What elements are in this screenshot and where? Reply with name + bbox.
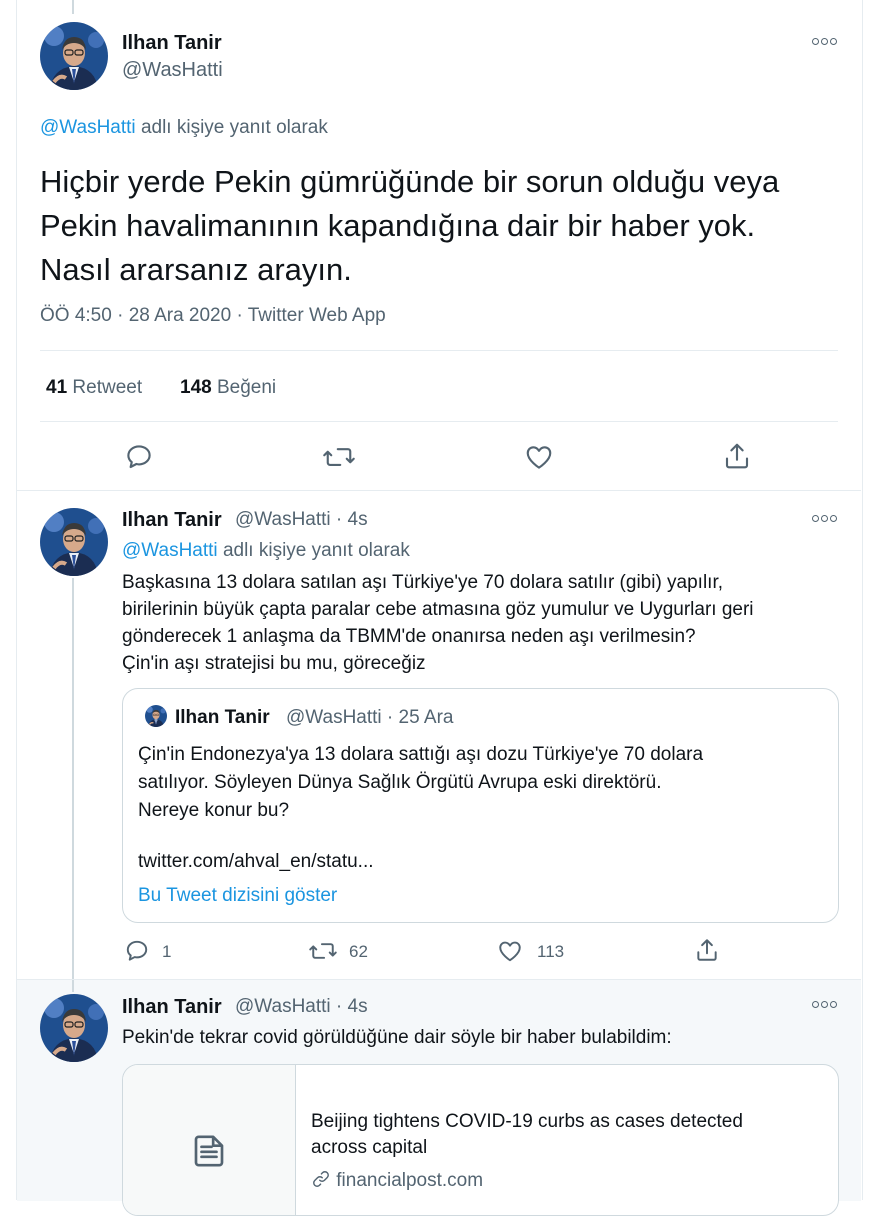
link-card-domain-row: financialpost.com bbox=[311, 1169, 483, 1195]
quoted-text-line: satılıyor. Söyleyen Dünya Sağlık Örgütü … bbox=[138, 772, 662, 793]
link-card-title-line: Beijing tightens COVID-19 curbs as cases… bbox=[311, 1111, 743, 1132]
tweet-text-line: gönderecek 1 anlaşma da TBMM'de onanırsa… bbox=[122, 626, 696, 647]
quoted-author-name: Ilhan Tanir bbox=[175, 707, 270, 728]
quoted-link[interactable]: twitter.com/ahval_en/statu... bbox=[138, 851, 374, 873]
avatar[interactable] bbox=[40, 508, 108, 576]
retweet-count: 62 bbox=[349, 942, 368, 961]
reply-context-text: adlı kişiye yanıt olarak bbox=[222, 540, 410, 561]
author-handle[interactable]: @WasHatti bbox=[122, 59, 223, 82]
tweet-text: Pekin'de tekrar covid görüldüğüne dair s… bbox=[122, 1027, 672, 1048]
tweet-text-line: Hiçbir yerde Pekin gümrüğünde bir sorun … bbox=[40, 164, 780, 199]
tweet-text: Başkasına 13 dolara satılan aşı Türkiye'… bbox=[122, 569, 754, 677]
tweet-text-line: Çin'in aşı stratejisi bu mu, göreceğiz bbox=[122, 653, 426, 674]
reply-to-link[interactable]: @WasHatti bbox=[122, 540, 218, 561]
author-name[interactable]: Ilhan Tanir bbox=[122, 509, 222, 532]
link-card-title: Beijing tightens COVID-19 curbs as cases… bbox=[311, 1109, 743, 1161]
divider bbox=[40, 421, 838, 422]
tweet-text-line: Pekin havalimanının kapandığına dair bir… bbox=[40, 208, 756, 243]
reply-context: @WasHatti adlı kişiye yanıt olarak bbox=[40, 117, 328, 139]
quoted-text: Çin'in Endonezya'ya 13 dolara sattığı aş… bbox=[138, 741, 703, 825]
reply-context-text: adlı kişiye yanıt olarak bbox=[140, 117, 328, 138]
reply-to-link[interactable]: @WasHatti bbox=[40, 117, 136, 138]
avatar[interactable] bbox=[40, 994, 108, 1062]
share-icon[interactable] bbox=[722, 441, 752, 471]
tweet-timestamp[interactable]: ÖÖ 4:50 · 28 Ara 2020 · Twitter Web App bbox=[40, 305, 386, 327]
more-icon[interactable] bbox=[812, 36, 838, 46]
like-icon[interactable] bbox=[497, 938, 523, 964]
like-count: 148 bbox=[180, 377, 212, 398]
more-icon[interactable] bbox=[812, 513, 838, 523]
show-thread-link[interactable]: Bu Tweet dizisini göster bbox=[138, 885, 337, 907]
retweet-icon[interactable] bbox=[308, 938, 338, 964]
reply-context: @WasHatti adlı kişiye yanıt olarak bbox=[122, 540, 410, 562]
avatar bbox=[145, 705, 167, 727]
divider bbox=[40, 350, 838, 351]
author-handle-time[interactable]: @WasHatti · 4s bbox=[235, 996, 368, 1018]
thread-line bbox=[72, 578, 74, 980]
avatar[interactable] bbox=[40, 22, 108, 90]
retweet-label: Retweet bbox=[72, 377, 143, 398]
like-icon[interactable] bbox=[524, 442, 554, 472]
link-card-title-line: across capital bbox=[311, 1137, 428, 1158]
more-icon[interactable] bbox=[812, 999, 838, 1009]
link-card-domain: financialpost.com bbox=[336, 1170, 484, 1191]
retweet-count: 41 bbox=[46, 377, 68, 398]
reply-icon[interactable] bbox=[124, 938, 150, 964]
link-card-thumbnail bbox=[123, 1065, 296, 1215]
retweet-stat[interactable]: 41 Retweet bbox=[46, 377, 142, 399]
thread-line bbox=[72, 980, 74, 992]
like-count: 113 bbox=[537, 942, 565, 961]
retweet-icon[interactable] bbox=[322, 442, 356, 472]
thread-line bbox=[72, 0, 74, 14]
reply-icon[interactable] bbox=[124, 442, 154, 472]
link-card[interactable]: Beijing tightens COVID-19 curbs as cases… bbox=[122, 1064, 839, 1216]
quoted-text-line: Nereye konur bu? bbox=[138, 800, 290, 821]
tweet-text-line: Nasıl ararsanız arayın. bbox=[40, 252, 352, 287]
author-name[interactable]: Ilhan Tanir bbox=[122, 996, 222, 1019]
quoted-tweet[interactable]: Ilhan Tanir @WasHatti · 25 Ara Çin'in En… bbox=[122, 688, 839, 923]
author-name[interactable]: Ilhan Tanir bbox=[122, 32, 222, 55]
tweet-text: Hiçbir yerde Pekin gümrüğünde bir sorun … bbox=[40, 160, 779, 292]
tweet-text-line: birilerinin büyük çapta paralar cebe atm… bbox=[122, 599, 754, 620]
tweet-text-line: Başkasına 13 dolara satılan aşı Türkiye'… bbox=[122, 572, 724, 593]
author-handle-time[interactable]: @WasHatti · 4s bbox=[235, 509, 368, 531]
article-icon bbox=[189, 1131, 229, 1176]
like-label: Beğeni bbox=[216, 377, 277, 398]
reply-count: 1 bbox=[162, 942, 172, 961]
share-icon[interactable] bbox=[694, 937, 720, 963]
divider bbox=[17, 490, 861, 491]
link-icon bbox=[311, 1169, 331, 1195]
quoted-handle-time: @WasHatti · 25 Ara bbox=[286, 707, 454, 728]
like-stat[interactable]: 148 Beğeni bbox=[180, 377, 276, 399]
quoted-text-line: Çin'in Endonezya'ya 13 dolara sattığı aş… bbox=[138, 744, 704, 765]
